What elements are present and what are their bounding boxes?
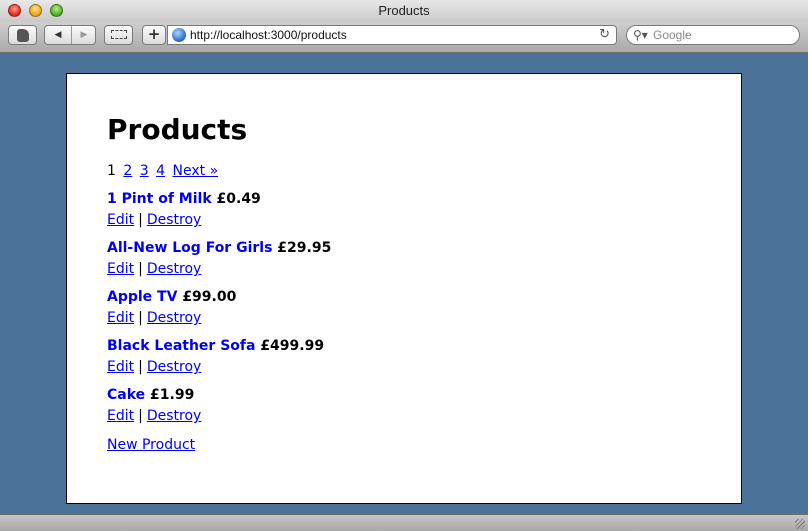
destroy-link[interactable]: Destroy	[147, 359, 201, 375]
scissors-icon	[110, 30, 127, 39]
zoom-window-icon[interactable]	[50, 4, 63, 17]
pagination-page-4[interactable]: 4	[156, 163, 165, 179]
add-bookmark-button[interactable]: +	[142, 25, 166, 45]
page-content: Products 1 2 3 4 Next » 1 Pint of Milk £…	[66, 73, 742, 504]
url-text[interactable]: http://localhost:3000/products	[190, 26, 347, 44]
product-item: Black Leather Sofa £499.99 Edit | Destroy	[107, 337, 701, 376]
snippet-button[interactable]	[104, 25, 133, 45]
pagination-current: 1	[107, 163, 116, 179]
window-title: Products	[378, 3, 430, 18]
destroy-link[interactable]: Destroy	[147, 212, 201, 228]
status-bar	[0, 514, 808, 531]
page-title: Products	[107, 113, 248, 146]
window-titlebar: Products	[0, 0, 808, 22]
product-price: £499.99	[260, 338, 325, 354]
close-window-icon[interactable]	[8, 4, 21, 17]
edit-link[interactable]: Edit	[107, 408, 134, 424]
destroy-link[interactable]: Destroy	[147, 408, 201, 424]
product-name-link[interactable]: Cake	[107, 387, 145, 403]
pagination-page-3[interactable]: 3	[140, 163, 149, 179]
nav-buttons: ◀ ▶	[44, 25, 96, 45]
product-name-link[interactable]: Black Leather Sofa	[107, 338, 255, 354]
separator: |	[138, 359, 143, 375]
address-bar[interactable]: http://localhost:3000/products ↻	[167, 25, 617, 45]
forward-button[interactable]: ▶	[71, 26, 97, 44]
destroy-link[interactable]: Destroy	[147, 310, 201, 326]
edit-link[interactable]: Edit	[107, 261, 134, 277]
resize-grip-icon[interactable]	[795, 519, 805, 529]
edit-link[interactable]: Edit	[107, 310, 134, 326]
product-name-link[interactable]: All-New Log For Girls	[107, 240, 272, 256]
edit-link[interactable]: Edit	[107, 212, 134, 228]
product-item: All-New Log For Girls £29.95 Edit | Destro…	[107, 239, 701, 278]
pagination-page-2[interactable]: 2	[123, 163, 132, 179]
product-price: £99.00	[182, 289, 237, 305]
separator: |	[138, 408, 143, 424]
product-name-link[interactable]: 1 Pint of Milk	[107, 191, 212, 207]
elephant-icon	[16, 29, 29, 42]
separator: |	[138, 212, 143, 228]
edit-link[interactable]: Edit	[107, 359, 134, 375]
product-price: £1.99	[150, 387, 195, 403]
reload-icon[interactable]: ↻	[599, 26, 610, 44]
search-icon[interactable]: ⚲▾	[633, 27, 648, 43]
product-item: 1 Pint of Milk £0.49 Edit | Destroy	[107, 190, 701, 229]
evernote-button[interactable]	[8, 25, 37, 45]
minimize-window-icon[interactable]	[29, 4, 42, 17]
product-item: Apple TV £99.00 Edit | Destroy	[107, 288, 701, 327]
destroy-link[interactable]: Destroy	[147, 261, 201, 277]
pagination-next[interactable]: Next »	[173, 163, 219, 179]
product-item: Cake £1.99 Edit | Destroy	[107, 386, 701, 425]
product-price: £0.49	[216, 191, 261, 207]
search-box[interactable]: ⚲▾	[626, 25, 800, 45]
product-price: £29.95	[277, 240, 332, 256]
product-name-link[interactable]: Apple TV	[107, 289, 177, 305]
new-product-link[interactable]: New Product	[107, 437, 195, 453]
search-input[interactable]	[653, 27, 793, 43]
separator: |	[138, 261, 143, 277]
back-button[interactable]: ◀	[45, 26, 72, 44]
pagination: 1 2 3 4 Next »	[107, 162, 701, 180]
separator: |	[138, 310, 143, 326]
globe-icon	[172, 28, 186, 42]
